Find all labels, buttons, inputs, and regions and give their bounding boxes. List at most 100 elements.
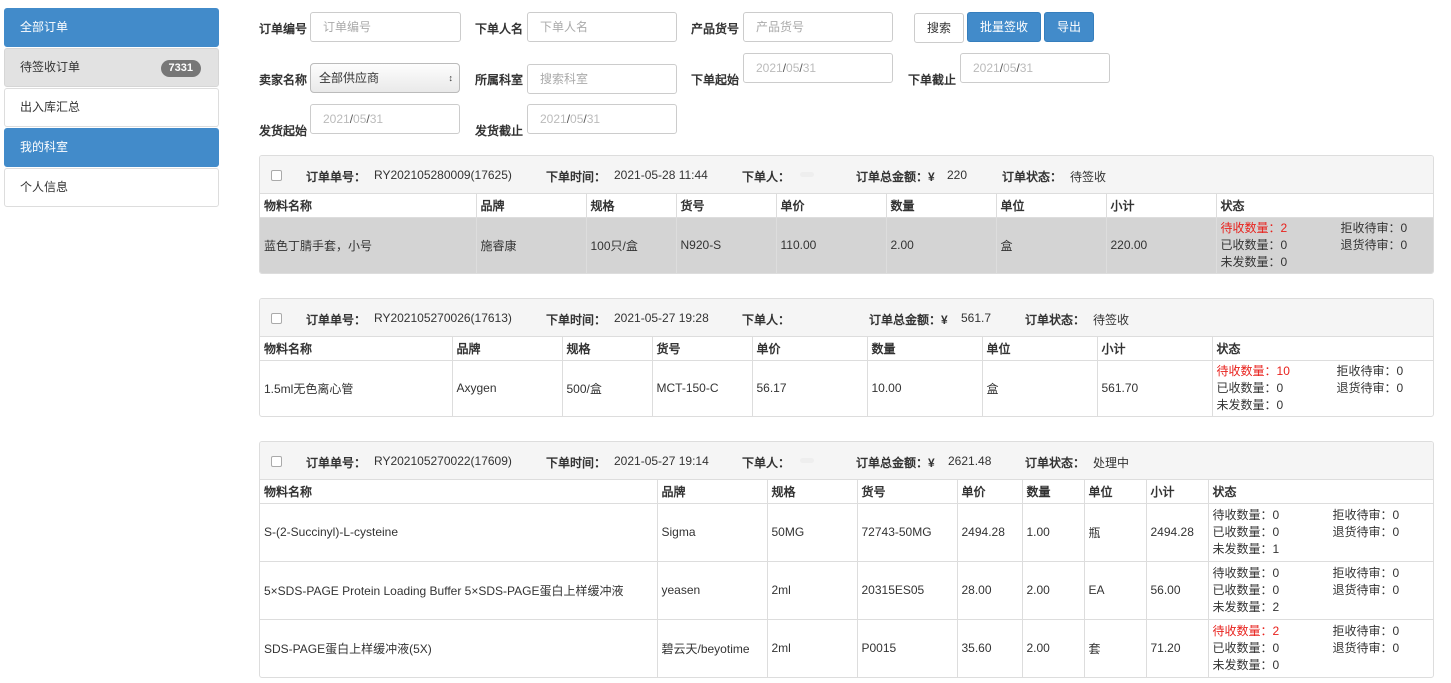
order-status-label: 订单状态： <box>1002 170 1063 184</box>
order-select-checkbox[interactable] <box>271 313 282 324</box>
col-code-header: 货号 <box>676 194 777 218</box>
col-name-header: 物料名称 <box>260 480 658 504</box>
dept-search-input[interactable]: 搜索科室 <box>527 64 677 94</box>
order-no-label: 订单单号： <box>306 170 367 184</box>
date-month: 05 <box>353 112 367 126</box>
order-no-value: RY202105270026(17613) <box>374 311 512 325</box>
ship-end-date-input[interactable]: 2021/05/31 <box>527 104 677 134</box>
product-no-input[interactable]: 产品货号 <box>743 12 893 42</box>
sidebar-item-label: 个人信息 <box>20 180 69 194</box>
col-qty-header: 数量 <box>867 337 983 361</box>
item-qty: 2.00 <box>1022 618 1085 677</box>
received-qty: 已收数量：0 <box>1213 640 1280 657</box>
sidebar-item-all-orders[interactable]: 全部订单 <box>4 8 219 47</box>
item-unit: 盒 <box>982 359 1098 416</box>
order-total-value: 561.7 <box>961 311 992 325</box>
pending-qty-label: 待收数量： <box>1212 565 1273 580</box>
item-status: 待收数量：0 已收数量：0 未发数量：1 拒收待审：0 退货待审：0 <box>1208 502 1433 561</box>
table-row[interactable]: 5×SDS-PAGE Protein Loading Buffer 5×SDS-… <box>260 560 1433 619</box>
date-day: 31 <box>586 112 601 126</box>
seller-select[interactable]: 全部供应商 ↕ <box>310 63 460 93</box>
date-year: 2021 <box>756 61 783 75</box>
sidebar-item-inout-summary[interactable]: 出入库汇总 <box>4 88 219 127</box>
sidebar-item-label: 出入库汇总 <box>20 100 81 114</box>
pending-qty-value: 10 <box>1276 363 1290 378</box>
orderer-redacted <box>800 458 814 463</box>
col-subtotal-header: 小计 <box>1146 480 1209 504</box>
order-panel: 订单单号： RY202105270026(17613) 下单时间： 2021-0… <box>259 298 1434 417</box>
search-button[interactable]: 搜索 <box>914 13 964 43</box>
col-price-header: 单价 <box>776 194 887 218</box>
return-pending-label: 退货待审： <box>1332 640 1393 655</box>
order-panel: 订单单号： RY202105270022(17609) 下单时间： 2021-0… <box>259 441 1434 678</box>
col-name-header: 物料名称 <box>260 194 477 218</box>
sidebar-item-personal-info[interactable]: 个人信息 <box>4 168 219 207</box>
export-button[interactable]: 导出 <box>1044 12 1094 42</box>
reject-pending-label: 拒收待审： <box>1332 507 1393 522</box>
item-status: 待收数量：10 已收数量：0 未发数量：0 拒收待审：0 退货待审：0 <box>1212 359 1433 416</box>
reject-pending-value: 0 <box>1396 363 1404 378</box>
received-qty-label: 已收数量： <box>1212 524 1273 539</box>
unshipped-qty-label: 未发数量： <box>1212 599 1273 614</box>
table-row[interactable]: SDS-PAGE蛋白上样缓冲液(5X) 碧云天/beyotime 2ml P00… <box>260 618 1433 677</box>
sidebar-item-label: 我的科室 <box>20 140 69 154</box>
item-unit: 套 <box>1084 618 1147 677</box>
orderer-label: 下单人： <box>742 456 791 470</box>
table-row[interactable]: S-(2-Succinyl)-L-cysteine Sigma 50MG 727… <box>260 502 1433 561</box>
item-name: 蓝色丁腈手套，小号 <box>260 216 477 273</box>
return-pending-value: 0 <box>1400 237 1408 252</box>
item-name: 5×SDS-PAGE Protein Loading Buffer 5×SDS-… <box>260 560 658 619</box>
return-pending-value: 0 <box>1392 582 1400 597</box>
reject-pending: 拒收待审：0 <box>1333 507 1400 524</box>
order-select-checkbox[interactable] <box>271 456 282 467</box>
order-total-label: 订单总金额：¥ <box>856 170 935 184</box>
item-price: 28.00 <box>957 560 1023 619</box>
sidebar-item-pending-sign-orders[interactable]: 待签收订单 7331 <box>4 48 219 87</box>
seller-label: 卖家名称 <box>259 73 308 87</box>
col-spec-header: 规格 <box>586 194 677 218</box>
return-pending: 退货待审：0 <box>1333 524 1400 541</box>
order-no-value: RY202105280009(17625) <box>374 168 512 182</box>
unshipped-qty: 未发数量：2 <box>1213 599 1280 616</box>
col-status-header: 状态 <box>1216 194 1433 218</box>
order-select-checkbox[interactable] <box>271 170 282 181</box>
received-qty: 已收数量：0 <box>1217 380 1284 397</box>
order-end-date-input[interactable]: 2021/05/31 <box>960 53 1110 83</box>
table-row[interactable]: 1.5ml无色离心管 Axygen 500/盒 MCT-150-C 56.17 … <box>260 359 1433 416</box>
ship-start-date-input[interactable]: 2021/05/31 <box>310 104 460 134</box>
reject-pending: 拒收待审：0 <box>1333 623 1400 640</box>
dept-label: 所属科室 <box>475 73 524 87</box>
order-header: 订单单号： RY202105270022(17609) 下单时间： 2021-0… <box>260 442 1433 480</box>
unshipped-qty-label: 未发数量： <box>1220 254 1281 269</box>
pending-qty-value: 2 <box>1272 623 1280 638</box>
reject-pending-value: 0 <box>1392 623 1400 638</box>
table-row[interactable]: 蓝色丁腈手套，小号 施睿康 100只/盒 N920-S 110.00 2.00 … <box>260 216 1433 273</box>
order-no-label: 订单单号： <box>306 456 367 470</box>
order-panel: 订单单号： RY202105280009(17625) 下单时间： 2021-0… <box>259 155 1434 274</box>
order-total-value: 220 <box>947 168 968 182</box>
reject-pending-value: 0 <box>1392 565 1400 580</box>
received-qty-label: 已收数量： <box>1212 582 1273 597</box>
orderer-input[interactable]: 下单人名 <box>527 12 677 42</box>
date-day: 31 <box>802 61 817 75</box>
unshipped-qty: 未发数量：0 <box>1217 397 1284 414</box>
order-end-label: 下单截止 <box>908 73 957 87</box>
item-status: 待收数量：0 已收数量：0 未发数量：2 拒收待审：0 退货待审：0 <box>1208 560 1433 619</box>
orderer-label: 下单人名 <box>475 22 524 36</box>
unshipped-qty-label: 未发数量： <box>1216 397 1277 412</box>
order-status-label: 订单状态： <box>1025 313 1086 327</box>
received-qty-value: 0 <box>1272 524 1280 539</box>
col-brand-header: 品牌 <box>657 480 768 504</box>
batch-sign-button[interactable]: 批量签收 <box>967 12 1041 42</box>
order-start-date-input[interactable]: 2021/05/31 <box>743 53 893 83</box>
reject-pending-label: 拒收待审： <box>1332 623 1393 638</box>
unshipped-qty-value: 0 <box>1280 254 1288 269</box>
pending-qty: 待收数量：2 <box>1213 623 1280 640</box>
sidebar-item-my-department[interactable]: 我的科室 <box>4 128 219 167</box>
received-qty-value: 0 <box>1276 380 1284 395</box>
table-header-row: 物料名称 品牌 规格 货号 单价 数量 单位 小计 状态 <box>260 194 1433 218</box>
ship-end-label: 发货截止 <box>475 124 524 138</box>
table-header-row: 物料名称 品牌 规格 货号 单价 数量 单位 小计 状态 <box>260 337 1433 361</box>
order-time-value: 2021-05-27 19:14 <box>614 454 709 468</box>
order-no-input[interactable]: 订单编号 <box>310 12 461 42</box>
